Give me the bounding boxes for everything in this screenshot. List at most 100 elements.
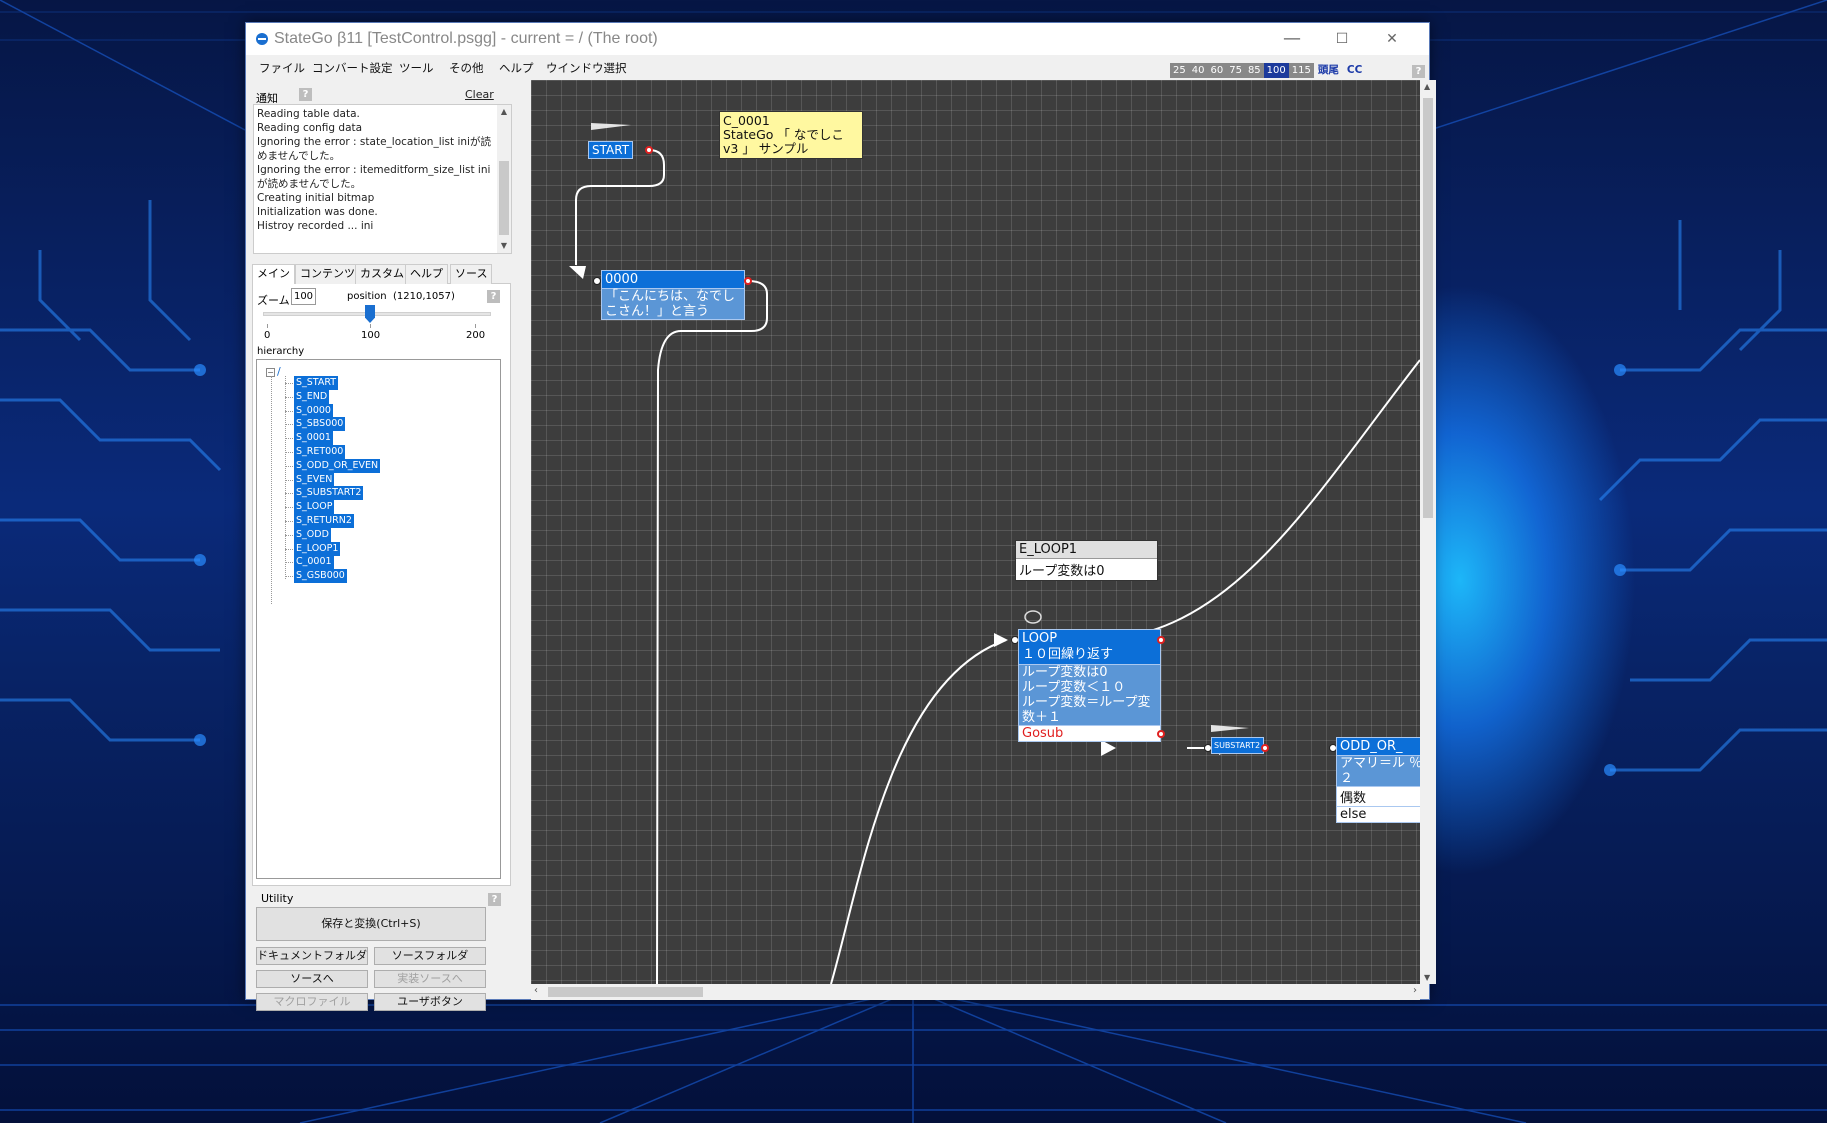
tab-help[interactable]: ヘルプ [405, 264, 448, 284]
log-panel[interactable]: Reading table data. Reading config data … [253, 104, 512, 254]
tree-item-state[interactable]: S_ODD_OR_EVEN [294, 458, 381, 473]
tree-root[interactable]: − / [266, 365, 281, 378]
wires-layer [569, 123, 1420, 984]
user-button[interactable]: ユーザボタン [374, 993, 486, 1011]
zoom-25[interactable]: 25 [1170, 63, 1189, 78]
output-port[interactable] [1261, 744, 1269, 752]
tree-item-state[interactable]: S_END [294, 389, 330, 404]
menu-window-select[interactable]: ウインドウ選択 [546, 60, 627, 76]
zoom-40[interactable]: 40 [1188, 63, 1208, 78]
maximize-button[interactable]: ☐ [1317, 23, 1367, 55]
menu-convert-settings[interactable]: コンバート設定 [312, 60, 393, 76]
menu-file[interactable]: ファイル [259, 60, 305, 76]
tab-main[interactable]: メイン [252, 264, 295, 285]
e-loop1-title: E_LOOP1 [1016, 541, 1157, 559]
comment-c0001[interactable]: C_0001 StateGo 「 なでしこ v3 」 サンプル [719, 111, 863, 159]
canvas-horizontal-scrollbar[interactable]: ‹ › [531, 984, 1420, 1000]
log-scrollbar[interactable]: ▲ ▼ [497, 105, 511, 253]
zoom-input[interactable]: 100 [291, 288, 316, 305]
macro-file-button[interactable]: マクロファイル [256, 993, 368, 1011]
scroll-down-icon[interactable]: ▼ [1424, 973, 1430, 982]
source-folder-button[interactable]: ソースフォルダ [374, 947, 486, 965]
scroll-down-icon[interactable]: ▼ [497, 239, 511, 253]
state-node-0000[interactable]: 0000 「こんにちは、なでしこさん！」と言う [601, 270, 745, 320]
notice-help-icon[interactable]: ? [299, 88, 312, 101]
state-canvas[interactable]: START C_0001 StateGo 「 なでしこ v3 」 サンプル 00… [531, 80, 1420, 984]
hierarchy-tree[interactable]: − / S_START S_END S_0000 S_SBS000 S_0001 S_RET… [256, 359, 501, 879]
to-impl-source-button[interactable]: 実装ソースへ [374, 970, 486, 988]
close-button[interactable]: ✕ [1367, 23, 1417, 55]
tree-item-state[interactable]: S_START [294, 376, 339, 390]
zoom-slider-track[interactable] [263, 312, 491, 316]
tree-item-state[interactable]: S_GSB000 [294, 569, 347, 584]
cc-toggle[interactable]: CC [1343, 63, 1366, 78]
zoom-60[interactable]: 60 [1207, 63, 1227, 78]
tree-connector [285, 507, 293, 509]
state-node-loop[interactable]: LOOP １０回繰り返す ループ変数は0 ループ変数＜１０ ループ変数＝ループ変… [1018, 629, 1161, 742]
zoom-85[interactable]: 85 [1244, 63, 1264, 78]
comment-text: StateGo 「 なでしこ v3 」 サンプル [723, 127, 844, 156]
save-convert-button[interactable]: 保存と変換(Ctrl+S) [256, 907, 486, 941]
input-port[interactable] [593, 277, 601, 285]
tree-item-state[interactable]: S_RETURN2 [294, 514, 354, 528]
to-source-button[interactable]: ソースへ [256, 970, 368, 988]
start-node[interactable]: START [588, 141, 634, 159]
tree-item-state[interactable]: E_LOOP1 [294, 541, 341, 556]
state-node-title: 0000 [601, 270, 745, 289]
output-port[interactable] [744, 277, 752, 285]
state-node-odd-or-even[interactable]: ODD_OR_ アマリ＝ル ％ ２ 偶数 else [1336, 737, 1420, 823]
minimize-button[interactable]: — [1267, 23, 1317, 55]
arrow-head [1101, 740, 1116, 756]
document-folder-button[interactable]: ドキュメントフォルダ [256, 947, 368, 965]
title-bar[interactable]: StateGo β11 [TestControl.psgg] - current… [246, 23, 1429, 55]
scroll-right-icon[interactable]: › [1413, 985, 1417, 996]
utility-help-icon[interactable]: ? [488, 893, 501, 906]
tree-item-state[interactable]: S_ODD [294, 527, 331, 542]
odd-or-even-branch-even: 偶数 [1336, 787, 1420, 807]
log-line: Ignoring the error : itemeditform_size_l… [257, 164, 491, 190]
zoom-slider-thumb[interactable] [365, 305, 375, 323]
gosub-output-port[interactable] [1157, 730, 1165, 738]
zoom-75[interactable]: 75 [1226, 63, 1245, 78]
menu-other[interactable]: その他 [449, 60, 484, 76]
tab-strip: メイン コンテンツ カスタム ヘルプ ソース [252, 264, 511, 285]
start-arrow-icon [591, 123, 631, 130]
e-loop1-node[interactable]: E_LOOP1 ループ変数は0 [1015, 540, 1158, 581]
hscroll-thumb[interactable] [548, 987, 703, 997]
scroll-up-icon[interactable]: ▲ [1424, 82, 1430, 91]
canvas-help-icon[interactable]: ? [1412, 65, 1425, 78]
vscroll-thumb[interactable] [1423, 98, 1433, 518]
tree-item-state[interactable]: S_0000 [294, 403, 333, 418]
output-port[interactable] [1157, 636, 1165, 644]
tree-item-state[interactable]: S_LOOP [294, 500, 335, 515]
start-output-port[interactable] [645, 146, 653, 154]
arrow-head [569, 266, 586, 279]
canvas-vertical-scrollbar[interactable]: ▲ ▼ [1420, 80, 1436, 984]
tab-custom[interactable]: カスタム [355, 264, 409, 284]
scroll-left-icon[interactable]: ‹ [534, 985, 538, 996]
tree-item-state[interactable]: S_EVEN [294, 472, 335, 487]
scroll-up-icon[interactable]: ▲ [497, 105, 511, 119]
log-line: Reading table data. [257, 108, 360, 120]
app-icon [256, 33, 268, 45]
tree-item-state[interactable]: S_RET000 [294, 445, 346, 459]
menu-help[interactable]: ヘルプ [499, 60, 534, 76]
tab-contents[interactable]: コンテンツ [295, 264, 360, 284]
tree-item-state[interactable]: S_SBS000 [294, 417, 346, 432]
zoom-100[interactable]: 100 [1263, 63, 1289, 78]
head-tail-toggle[interactable]: 頭尾 [1314, 63, 1343, 78]
clear-log-link[interactable]: Clear [465, 88, 494, 101]
log-text: Reading table data. Reading config data … [257, 107, 491, 233]
tree-connector [285, 479, 293, 481]
log-scroll-thumb[interactable] [499, 161, 509, 235]
tree-item-state[interactable]: S_SUBSTART2 [294, 486, 364, 501]
tree-item-state[interactable]: S_0001 [294, 431, 333, 446]
tree-connector [285, 576, 293, 578]
zoom-help-icon[interactable]: ? [487, 290, 500, 303]
arrow-head [994, 633, 1008, 647]
state-node-substart2[interactable]: SUBSTART2 [1211, 737, 1264, 754]
tree-item-state[interactable]: C_0001 [294, 555, 334, 570]
zoom-115[interactable]: 115 [1288, 63, 1314, 78]
menu-tools[interactable]: ツール [399, 60, 434, 76]
tab-source[interactable]: ソース [450, 264, 493, 284]
